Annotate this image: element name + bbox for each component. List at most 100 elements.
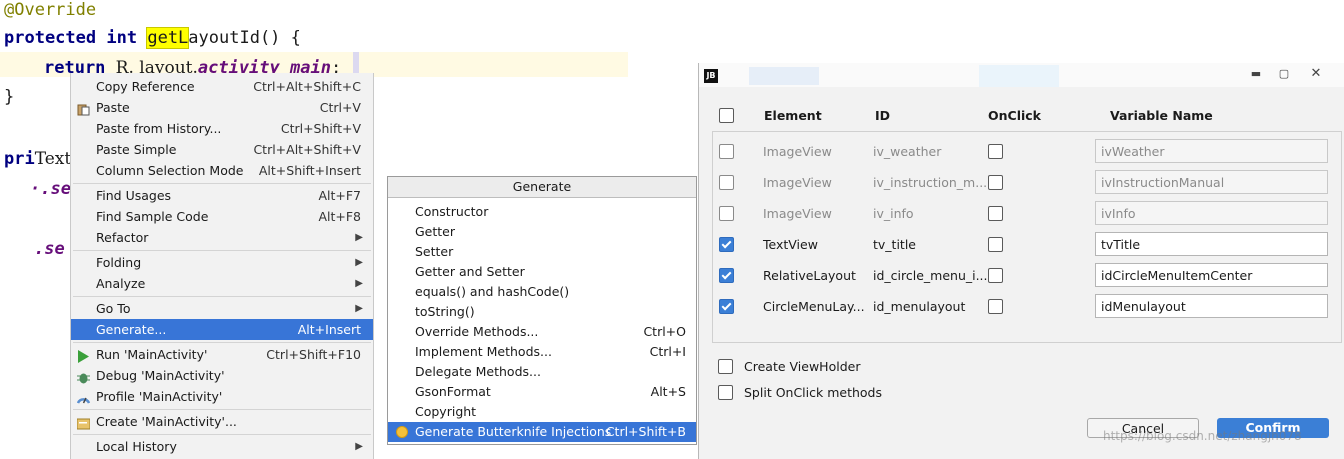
code-line-set-2[interactable]: .se <box>34 239 65 259</box>
menu-item-debug[interactable]: Debug 'MainActivity' <box>71 365 373 386</box>
generate-item-implement-methods[interactable]: Implement Methods... Ctrl+I <box>388 342 696 362</box>
submenu-arrow-icon: ▶ <box>355 257 363 268</box>
generate-item-setter[interactable]: Setter <box>388 242 696 262</box>
menu-item-create-config[interactable]: Create 'MainActivity'... <box>71 411 373 432</box>
generate-item-tostring[interactable]: toString() <box>388 302 696 322</box>
menu-item-local-history[interactable]: Local History ▶ <box>71 436 373 457</box>
menu-item-go-to[interactable]: Go To ▶ <box>71 298 373 319</box>
split-onclick-checkbox[interactable] <box>718 385 733 400</box>
search-highlight: getL <box>146 27 190 49</box>
menu-item-label: Run 'MainActivity' <box>96 347 208 362</box>
menu-item-shortcut: Alt+F7 <box>318 188 361 203</box>
row-onclick-checkbox[interactable] <box>988 299 1003 314</box>
row-checkbox[interactable] <box>719 299 734 314</box>
generate-item-label: Generate Butterknife Injections <box>415 424 612 439</box>
variable-name-field[interactable]: ivInfo <box>1095 201 1328 225</box>
close-icon[interactable]: ✕ <box>1305 66 1327 82</box>
generate-item-override-methods[interactable]: Override Methods... Ctrl+O <box>388 322 696 342</box>
menu-item-find-sample-code[interactable]: Find Sample Code Alt+F8 <box>71 206 373 227</box>
variable-name-field[interactable]: ivInstructionManual <box>1095 170 1328 194</box>
row-checkbox[interactable] <box>719 206 734 221</box>
column-header-element: Element <box>764 108 822 123</box>
generate-item-shortcut: Ctrl+O <box>643 324 686 339</box>
menu-item-find-usages[interactable]: Find Usages Alt+F7 <box>71 185 373 206</box>
row-checkbox[interactable] <box>719 175 734 190</box>
menu-item-profile[interactable]: Profile 'MainActivity' <box>71 386 373 407</box>
code-line-close-brace[interactable]: } <box>4 87 14 107</box>
menu-item-copy-reference[interactable]: Copy Reference Ctrl+Alt+Shift+C <box>71 76 373 97</box>
variable-name-field[interactable]: idMenulayout <box>1095 294 1328 318</box>
generate-item-equals-hashcode[interactable]: equals() and hashCode() <box>388 282 696 302</box>
dialog-titlebar: JB ▬ ▢ ✕ <box>699 63 1344 87</box>
row-checkbox[interactable] <box>719 237 734 252</box>
row-id: id_circle_menu_i... <box>873 268 988 283</box>
menu-item-folding[interactable]: Folding ▶ <box>71 252 373 273</box>
row-element: ImageView <box>763 175 832 190</box>
generate-item-label: Getter <box>415 224 456 239</box>
menu-item-column-selection-mode[interactable]: Column Selection Mode Alt+Shift+Insert <box>71 160 373 181</box>
menu-item-paste[interactable]: Paste Ctrl+V <box>71 97 373 118</box>
watermark: https://blog.csdn.net/zhangjh078 <box>1103 429 1302 443</box>
menu-item-paste-simple[interactable]: Paste Simple Ctrl+Alt+Shift+V <box>71 139 373 160</box>
row-id: iv_info <box>873 206 914 221</box>
generate-item-copyright[interactable]: Copyright <box>388 402 696 422</box>
create-viewholder-checkbox[interactable] <box>718 359 733 374</box>
generate-item-getter-setter[interactable]: Getter and Setter <box>388 262 696 282</box>
generate-item-label: Override Methods... <box>415 324 539 339</box>
generate-item-label: GsonFormat <box>415 384 491 399</box>
generate-item-getter[interactable]: Getter <box>388 222 696 242</box>
row-onclick-checkbox[interactable] <box>988 206 1003 221</box>
generate-item-shortcut: Ctrl+I <box>649 344 686 359</box>
menu-item-paste-from-history[interactable]: Paste from History... Ctrl+Shift+V <box>71 118 373 139</box>
generate-item-label: Delegate Methods... <box>415 364 541 379</box>
row-onclick-checkbox[interactable] <box>988 268 1003 283</box>
menu-item-shortcut: Alt+Shift+Insert <box>258 163 361 178</box>
maximize-button[interactable]: ▢ <box>1273 67 1295 83</box>
create-viewholder-label: Create ViewHolder <box>744 359 861 374</box>
menu-item-label: Refactor <box>96 230 149 245</box>
menu-item-run[interactable]: Run 'MainActivity' Ctrl+Shift+F10 <box>71 344 373 365</box>
variable-name-field[interactable]: idCircleMenuItemCenter <box>1095 263 1328 287</box>
menu-item-label: Debug 'MainActivity' <box>96 368 225 383</box>
variable-name-field[interactable]: ivWeather <box>1095 139 1328 163</box>
menu-item-label: Paste <box>96 100 130 115</box>
paste-icon <box>77 101 90 116</box>
code-line-method-signature[interactable]: protected int getLayoutId() { <box>4 27 301 49</box>
generate-item-shortcut: Ctrl+Shift+B <box>605 424 686 439</box>
select-all-checkbox[interactable] <box>719 108 734 123</box>
generate-item-butterknife[interactable]: Generate Butterknife Injections Ctrl+Shif… <box>388 422 696 442</box>
row-id: id_menulayout <box>873 299 966 314</box>
row-checkbox[interactable] <box>719 268 734 283</box>
row-element: ImageView <box>763 144 832 159</box>
code-line-annotation[interactable]: @Override <box>4 0 96 20</box>
row-onclick-checkbox[interactable] <box>988 144 1003 159</box>
variable-name-field[interactable]: tvTitle <box>1095 232 1328 256</box>
row-onclick-checkbox[interactable] <box>988 237 1003 252</box>
menu-item-label: Find Sample Code <box>96 209 209 224</box>
generate-item-label: Setter <box>415 244 454 259</box>
generate-item-gsonformat[interactable]: GsonFormat Alt+S <box>388 382 696 402</box>
generate-item-delegate-methods[interactable]: Delegate Methods... <box>388 362 696 382</box>
menu-separator <box>73 434 371 435</box>
row-id: iv_instruction_m... <box>873 175 988 190</box>
generate-item-label: Getter and Setter <box>415 264 525 279</box>
title-blur-1 <box>749 67 819 85</box>
code-line-set-1[interactable]: ·.se <box>30 179 71 199</box>
menu-item-refactor[interactable]: Refactor ▶ <box>71 227 373 248</box>
row-element: TextView <box>763 237 818 252</box>
menu-item-label: Paste from History... <box>96 121 222 136</box>
row-element: RelativeLayout <box>763 268 856 283</box>
menu-item-label: Analyze <box>96 276 146 291</box>
row-onclick-checkbox[interactable] <box>988 175 1003 190</box>
create-config-icon <box>76 415 91 430</box>
menu-item-generate[interactable]: Generate... Alt+Insert <box>71 319 373 340</box>
menu-item-analyze[interactable]: Analyze ▶ <box>71 273 373 294</box>
row-checkbox[interactable] <box>719 144 734 159</box>
minimize-button[interactable]: ▬ <box>1245 67 1267 83</box>
menu-item-label: Profile 'MainActivity' <box>96 389 223 404</box>
code-line-private[interactable]: priText <box>4 149 71 169</box>
generate-item-label: equals() and hashCode() <box>415 284 570 299</box>
generate-item-constructor[interactable]: Constructor <box>388 202 696 222</box>
menu-item-shortcut: Ctrl+V <box>319 100 361 115</box>
generate-item-label: Copyright <box>415 404 477 419</box>
